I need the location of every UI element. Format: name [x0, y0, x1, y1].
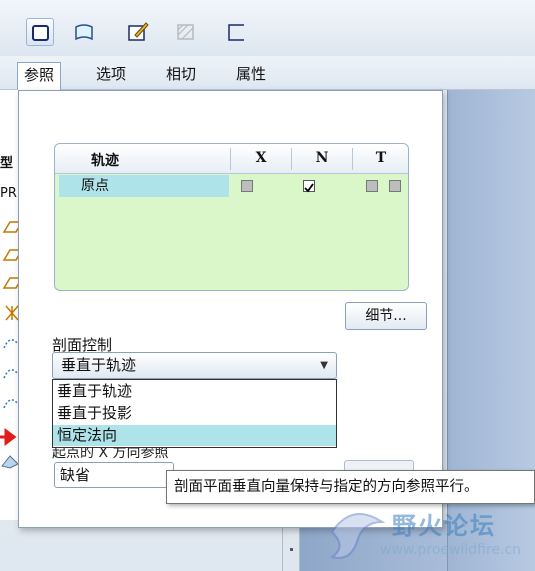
- section-control-dropdown: 垂直于轨迹 垂直于投影 恒定法向: [52, 379, 337, 448]
- header-x: X: [255, 150, 267, 166]
- section-control-value: 垂直于轨迹: [61, 356, 137, 374]
- section-control-select[interactable]: 垂直于轨迹 ▼: [52, 352, 337, 379]
- surface-icon: [32, 25, 49, 41]
- t-checkbox-2[interactable]: [389, 180, 401, 192]
- dashboard-tabs: 参照 选项 相切 属性: [0, 56, 535, 91]
- solid-surface-button[interactable]: [26, 18, 54, 46]
- option-normal-to-projection[interactable]: 垂直于投影: [53, 403, 336, 424]
- open-surface-button[interactable]: [70, 18, 98, 46]
- header-n: N: [315, 150, 329, 166]
- trajectory-table[interactable]: 轨迹 X N T 原点: [54, 143, 409, 291]
- trajectory-table-header: 轨迹 X N T: [55, 144, 408, 174]
- forum-watermark: 野火论坛 www.proewildfire.cn: [320, 500, 535, 571]
- tooltip: 剖面平面垂直向量保持与指定的方向参照平行。: [166, 470, 535, 504]
- tab-tangency[interactable]: 相切: [160, 62, 202, 88]
- sketch-button[interactable]: [124, 18, 152, 46]
- option-constant-normal[interactable]: 恒定法向: [53, 425, 336, 446]
- splitter-grip-icon: [290, 548, 293, 551]
- feature-toolbar: [0, 0, 535, 56]
- forum-logo-icon: [329, 513, 386, 559]
- tab-options[interactable]: 选项: [90, 62, 132, 88]
- option-normal-to-trajectory[interactable]: 垂直于轨迹: [53, 381, 336, 402]
- tab-references[interactable]: 参照: [17, 62, 62, 91]
- open-surface-icon: [75, 24, 93, 41]
- n-checkbox[interactable]: [303, 180, 315, 193]
- sketch-icon: [128, 22, 149, 41]
- watermark-url: www.proewildfire.cn: [380, 542, 522, 558]
- table-row[interactable]: 原点: [55, 175, 408, 197]
- watermark-title: 野火论坛: [392, 512, 496, 540]
- hatch-button[interactable]: [172, 18, 200, 46]
- x-direction-field[interactable]: 缺省: [54, 462, 174, 488]
- thin-icon: [228, 24, 244, 41]
- trajectory-name-cell[interactable]: 原点: [59, 175, 229, 197]
- tab-properties[interactable]: 属性: [230, 62, 272, 88]
- t-checkbox-1[interactable]: [366, 180, 378, 192]
- header-trajectory: 轨迹: [91, 153, 119, 169]
- hatch-icon: [177, 24, 194, 40]
- chevron-down-icon: ▼: [320, 360, 328, 371]
- details-button[interactable]: 细节...: [345, 302, 427, 330]
- x-checkbox[interactable]: [241, 180, 253, 192]
- thin-button[interactable]: [222, 18, 250, 46]
- header-t: T: [375, 150, 387, 166]
- checkmark-icon: [304, 183, 314, 193]
